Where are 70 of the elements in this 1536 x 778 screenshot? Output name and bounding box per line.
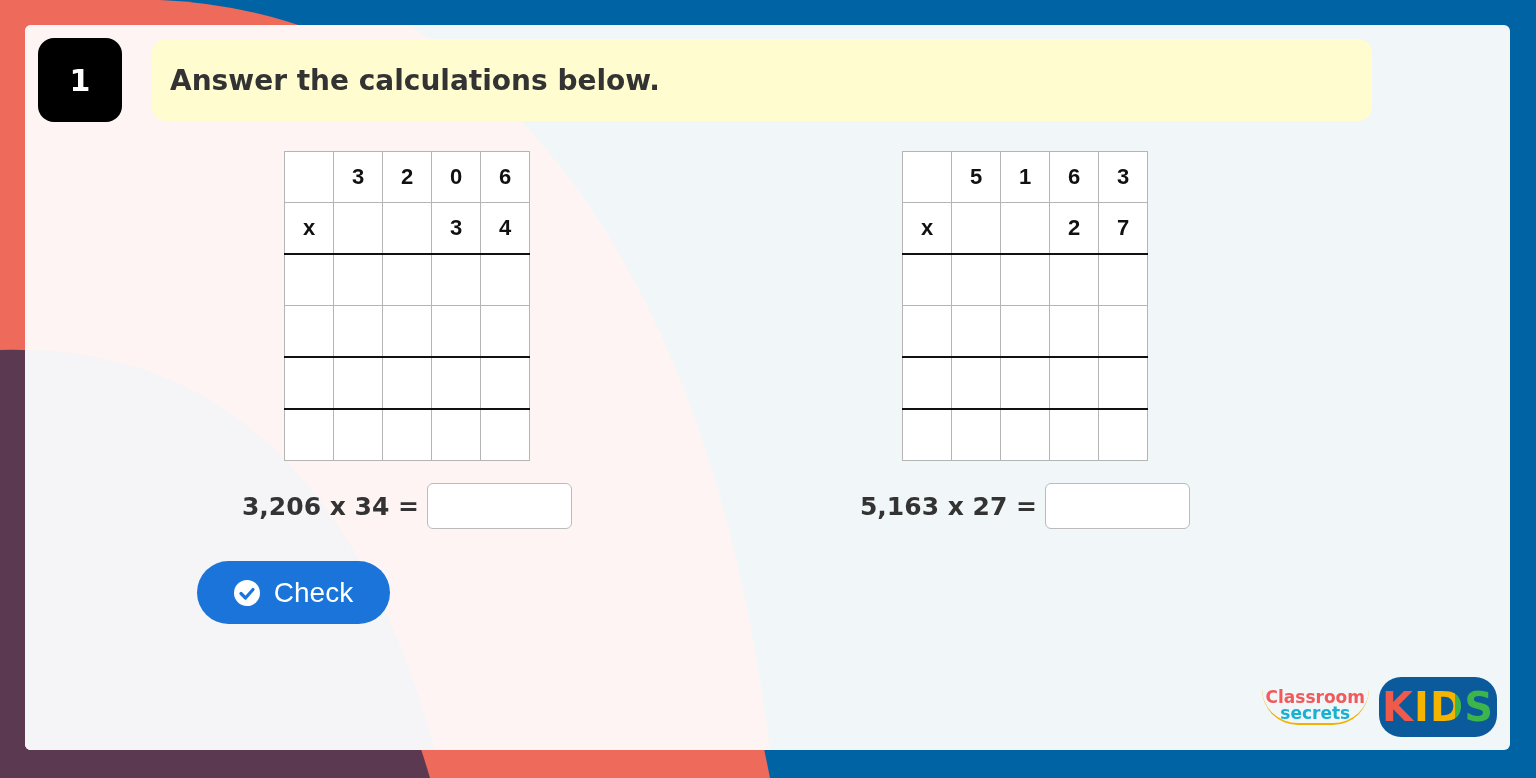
grid-cell[interactable] bbox=[382, 254, 432, 306]
grid-cell[interactable] bbox=[333, 254, 383, 306]
grid-cell[interactable]: 5 bbox=[951, 151, 1001, 203]
equation-text: 5,163 x 27 = bbox=[859, 491, 1038, 521]
grid-cell[interactable] bbox=[284, 409, 334, 461]
grid-cell[interactable] bbox=[333, 202, 383, 254]
grid-cell[interactable]: 4 bbox=[480, 202, 530, 254]
grid-cell[interactable]: 7 bbox=[1098, 202, 1148, 254]
grid-cell[interactable] bbox=[431, 409, 481, 461]
grid-cell[interactable] bbox=[382, 409, 432, 461]
grid-cell[interactable] bbox=[382, 202, 432, 254]
grid-cell[interactable] bbox=[1049, 409, 1099, 461]
grid-cell[interactable]: 3 bbox=[431, 202, 481, 254]
grid-cell[interactable]: 6 bbox=[1049, 151, 1099, 203]
grid-cell[interactable]: 3 bbox=[333, 151, 383, 203]
grid-cell[interactable] bbox=[382, 305, 432, 357]
grid-cell[interactable] bbox=[1000, 305, 1050, 357]
grid-cell[interactable] bbox=[1049, 254, 1099, 306]
grid-cell[interactable] bbox=[1098, 305, 1148, 357]
grid-cell[interactable] bbox=[1000, 202, 1050, 254]
grid-cell[interactable] bbox=[902, 305, 952, 357]
answer-field[interactable] bbox=[1045, 483, 1191, 529]
grid-cell[interactable] bbox=[951, 357, 1001, 409]
grid-cell[interactable] bbox=[431, 305, 481, 357]
grid-cell[interactable] bbox=[284, 357, 334, 409]
check-circle-icon bbox=[233, 579, 260, 606]
grid-cell[interactable] bbox=[1000, 357, 1050, 409]
grid-cell[interactable] bbox=[333, 305, 383, 357]
grid-cell[interactable]: 3 bbox=[1098, 151, 1148, 203]
grid-cell[interactable] bbox=[480, 409, 530, 461]
grid-cell[interactable] bbox=[431, 254, 481, 306]
grid-cell[interactable] bbox=[382, 357, 432, 409]
grid-cell[interactable]: x bbox=[284, 202, 334, 254]
grid-cell[interactable] bbox=[1049, 357, 1099, 409]
grid-cell[interactable]: 0 bbox=[431, 151, 481, 203]
grid-cell[interactable]: 2 bbox=[1049, 202, 1099, 254]
grid-cell[interactable]: 6 bbox=[480, 151, 530, 203]
grid-cell[interactable]: 2 bbox=[382, 151, 432, 203]
grid-cell[interactable] bbox=[284, 151, 334, 203]
grid-cell[interactable] bbox=[902, 151, 952, 203]
grid-cell[interactable] bbox=[480, 305, 530, 357]
grid-cell[interactable] bbox=[902, 254, 952, 306]
answer-field[interactable] bbox=[427, 483, 573, 529]
grid-cell[interactable] bbox=[333, 357, 383, 409]
grid-cell[interactable] bbox=[1098, 409, 1148, 461]
grid-cell[interactable]: x bbox=[902, 202, 952, 254]
grid-cell[interactable] bbox=[1098, 357, 1148, 409]
grid-cell[interactable] bbox=[480, 254, 530, 306]
check-button[interactable]: Check bbox=[197, 561, 390, 624]
question-number: 1 bbox=[38, 38, 122, 122]
grid-cell[interactable] bbox=[284, 254, 334, 306]
grid-cell[interactable] bbox=[333, 409, 383, 461]
question-prompt: Answer the calculations below. bbox=[170, 63, 660, 97]
grid-cell[interactable]: 1 bbox=[1000, 151, 1050, 203]
grid-cell[interactable] bbox=[284, 305, 334, 357]
grid-cell[interactable] bbox=[951, 305, 1001, 357]
grid-cell[interactable] bbox=[1000, 254, 1050, 306]
grid-cell[interactable] bbox=[480, 357, 530, 409]
grid-cell[interactable] bbox=[951, 409, 1001, 461]
grid-cell[interactable] bbox=[1049, 305, 1099, 357]
grid-cell[interactable] bbox=[951, 254, 1001, 306]
grid-cell[interactable] bbox=[902, 357, 952, 409]
kids-badge: KIDS bbox=[1379, 677, 1497, 737]
grid-cell[interactable] bbox=[1000, 409, 1050, 461]
grid-cell[interactable] bbox=[1098, 254, 1148, 306]
grid-cell[interactable] bbox=[431, 357, 481, 409]
grid-cell[interactable] bbox=[951, 202, 1001, 254]
equation-text: 3,206 x 34 = bbox=[241, 491, 420, 521]
brand-logo: Classroom secrets bbox=[1261, 688, 1369, 726]
grid-cell[interactable] bbox=[902, 409, 952, 461]
